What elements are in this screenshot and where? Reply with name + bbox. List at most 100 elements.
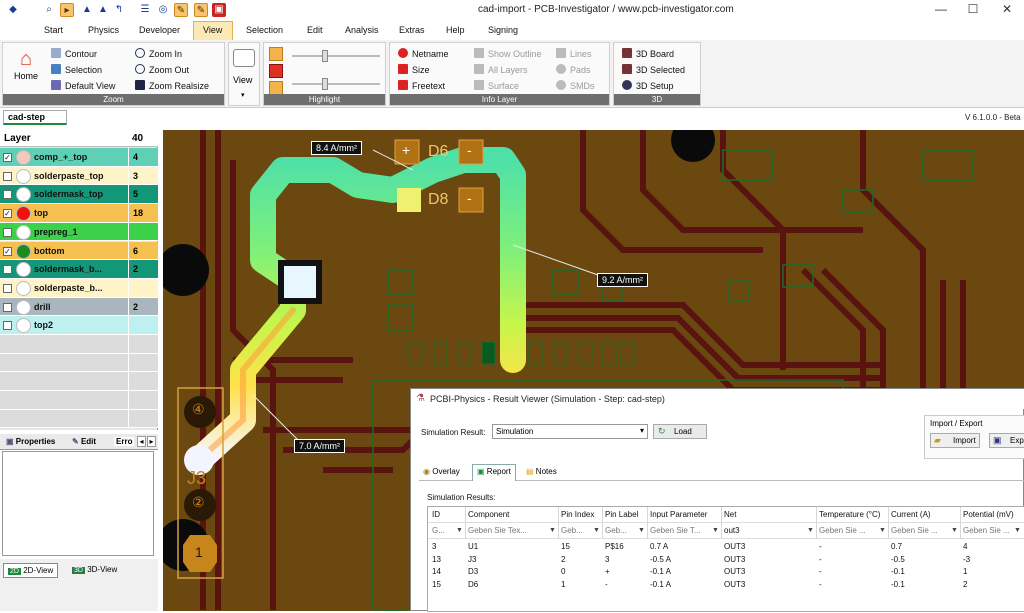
column-filter-input[interactable]: out3 xyxy=(724,526,740,535)
tab-notes[interactable]: ▤ Notes xyxy=(526,467,557,476)
table-row[interactable]: 14 D3 0 + -0.1 A OUT3 - -0.1 1 xyxy=(428,567,1024,579)
table-row[interactable]: 3 U1 15 P$16 0.7 A OUT3 - 0.7 4 xyxy=(428,542,1024,554)
layer-row[interactable]: drill 2 xyxy=(0,297,158,317)
menu-analysis[interactable]: Analysis xyxy=(345,25,379,35)
arrow-up-icon[interactable]: ▲ xyxy=(80,3,94,17)
column-filter-input[interactable]: Geben Sie T... xyxy=(650,526,701,535)
filter-funnel-icon[interactable]: ▼ xyxy=(878,526,887,535)
simulation-result-select[interactable]: Simulation ▾ xyxy=(492,424,648,439)
column-header[interactable]: ID xyxy=(432,510,440,519)
select-icon[interactable]: ▸ xyxy=(60,3,74,17)
column-header[interactable]: Input Parameter xyxy=(650,510,707,519)
tab-2d-view[interactable]: 2D 2D-View xyxy=(3,563,59,578)
tab-cad-step[interactable]: cad-step xyxy=(3,110,67,125)
close-button[interactable]: ✕ xyxy=(994,2,1020,16)
highlight-pen-icon[interactable] xyxy=(269,47,283,61)
tab-properties[interactable]: ▣ Properties xyxy=(6,437,55,446)
lines-button[interactable]: Lines xyxy=(556,48,592,59)
netname-button[interactable]: Netname xyxy=(398,48,449,59)
layer-row[interactable]: prepreg_1 xyxy=(0,222,158,242)
layer-visibility-checkbox[interactable] xyxy=(3,321,12,331)
zoom-realsize-button[interactable]: Zoom Realsize xyxy=(135,80,209,91)
layer-visibility-checkbox[interactable]: ✓ xyxy=(3,153,12,162)
edit-icon[interactable]: ✎ xyxy=(194,3,208,17)
tab-report[interactable]: ▣ Report xyxy=(472,464,516,481)
tab-scroll-right-icon[interactable]: ▸ xyxy=(147,436,156,447)
tab-errors[interactable]: Erro xyxy=(114,437,135,446)
contour-button[interactable]: Contour xyxy=(51,48,97,59)
layer-row[interactable]: soldermask_b... 2 xyxy=(0,260,158,279)
layer-row[interactable]: soldermask_top 5 xyxy=(0,185,158,205)
column-filter-input[interactable]: G... xyxy=(432,526,445,535)
highlight-slider-1[interactable] xyxy=(292,55,380,57)
layer-row[interactable]: ✓ comp_+_top 4 xyxy=(0,148,158,167)
menu-signing[interactable]: Signing xyxy=(488,25,518,35)
chevron-down-icon[interactable]: ▾ xyxy=(241,91,245,99)
import-button[interactable]: ▰ Import xyxy=(930,433,980,448)
smds-button[interactable]: SMDs xyxy=(556,80,595,91)
menu-start[interactable]: Start xyxy=(44,25,63,35)
menu-help[interactable]: Help xyxy=(446,25,465,35)
layer-row[interactable]: ✓ top 18 xyxy=(0,204,158,223)
pads-button[interactable]: Pads xyxy=(556,64,591,75)
column-filter-input[interactable]: Geb... xyxy=(605,526,627,535)
tab-scroll-left-icon[interactable]: ◂ xyxy=(137,436,146,447)
menu-developer[interactable]: Developer xyxy=(139,25,180,35)
3d-board-button[interactable]: 3D Board xyxy=(622,48,674,59)
layer-visibility-checkbox[interactable] xyxy=(3,283,12,293)
menu-extras[interactable]: Extras xyxy=(399,25,425,35)
3d-selected-button[interactable]: 3D Selected xyxy=(622,64,685,75)
zoom-in-button[interactable]: Zoom In xyxy=(135,48,182,59)
column-filter-input[interactable]: Geb... xyxy=(561,526,583,535)
filter-funnel-icon[interactable]: ▼ xyxy=(950,526,959,535)
filter-funnel-icon[interactable]: ▼ xyxy=(806,526,815,535)
filter-funnel-icon[interactable]: ▼ xyxy=(637,526,646,535)
target-icon[interactable]: ◎ xyxy=(156,3,170,17)
export-button[interactable]: ▣ Exp xyxy=(989,433,1024,448)
freetext-button[interactable]: Freetext xyxy=(398,80,445,91)
layer-color-swatch[interactable] xyxy=(16,187,31,203)
highlight-slider-2-thumb[interactable] xyxy=(322,78,328,90)
filter-funnel-icon[interactable]: ▼ xyxy=(1013,526,1022,535)
layer-color-swatch[interactable] xyxy=(16,243,31,259)
highlight-icon[interactable]: ▣ xyxy=(212,3,226,17)
home-button[interactable]: ⌂ Home xyxy=(9,47,43,81)
zoom-out-button[interactable]: Zoom Out xyxy=(135,64,189,75)
filter-funnel-icon[interactable]: ▼ xyxy=(592,526,601,535)
layer-color-swatch[interactable] xyxy=(16,318,31,334)
surface-button[interactable]: Surface xyxy=(474,80,519,91)
layer-row[interactable]: solderpaste_top 3 xyxy=(0,166,158,186)
menu-physics[interactable]: Physics xyxy=(88,25,119,35)
all-layers-button[interactable]: All Layers xyxy=(474,64,528,75)
layer-color-swatch[interactable] xyxy=(16,280,31,296)
layer-color-swatch[interactable] xyxy=(16,206,31,222)
view-dropdown[interactable]: View xyxy=(233,75,252,85)
layer-color-swatch[interactable] xyxy=(16,224,31,240)
layer-visibility-checkbox[interactable] xyxy=(3,190,12,200)
load-button[interactable]: ↻ Load xyxy=(653,424,707,439)
selection-button[interactable]: Selection xyxy=(51,64,102,75)
tab-edit[interactable]: ✎ Edit xyxy=(72,437,96,446)
size-button[interactable]: Size xyxy=(398,64,430,75)
show-outline-button[interactable]: Show Outline xyxy=(474,48,542,59)
route-icon[interactable]: ↰ xyxy=(112,3,126,17)
layer-row[interactable]: ✓ bottom 6 xyxy=(0,241,158,261)
default-view-button[interactable]: Default View xyxy=(51,80,115,91)
layer-color-swatch[interactable] xyxy=(16,299,31,315)
minimize-button[interactable]: — xyxy=(928,2,954,16)
filter-funnel-icon[interactable]: ▼ xyxy=(711,526,720,535)
layer-visibility-checkbox[interactable] xyxy=(3,227,12,237)
measure-icon[interactable]: ✎ xyxy=(174,3,188,17)
layer-color-swatch[interactable] xyxy=(16,168,31,184)
column-filter-input[interactable]: Geben Sie ... xyxy=(891,526,938,535)
table-row[interactable]: 15 D6 1 - -0.1 A OUT3 - -0.1 2 xyxy=(428,580,1024,592)
layer-visibility-checkbox[interactable]: ✓ xyxy=(3,209,12,219)
tab-overlay[interactable]: ◉ Overlay xyxy=(423,467,460,476)
layer-color-swatch[interactable] xyxy=(16,150,31,165)
column-filter-input[interactable]: Geben Sie Tex... xyxy=(468,526,527,535)
highlight-slider-2[interactable] xyxy=(292,83,380,85)
layer-visibility-checkbox[interactable] xyxy=(3,302,12,312)
column-header[interactable]: Potential (mV) xyxy=(963,510,1014,519)
column-header[interactable]: Net xyxy=(724,510,736,519)
align-icon[interactable]: ☰ xyxy=(138,3,152,17)
